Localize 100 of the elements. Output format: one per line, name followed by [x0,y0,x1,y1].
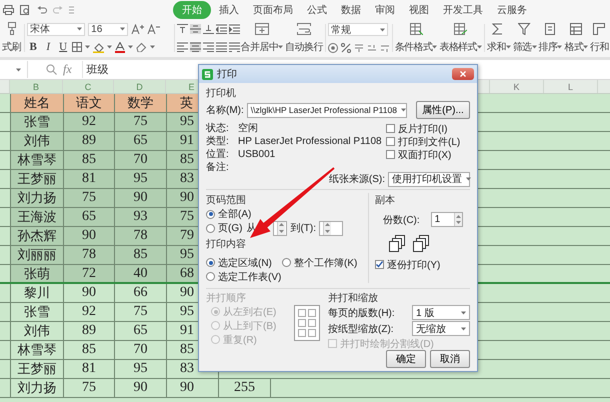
print-preview-icon[interactable] [20,5,31,15]
ribbon-tab[interactable]: 云服务 [491,2,533,18]
scale-select[interactable]: 无缩放 [412,321,470,336]
checkbox[interactable] [375,260,384,269]
shrink-font-icon[interactable] [147,24,160,34]
checkbox-label[interactable]: 逐份打印(Y) [387,258,440,272]
radio-button[interactable] [206,258,215,267]
more-icon[interactable] [69,6,74,14]
checkbox-label[interactable]: 双面打印(X) [398,148,452,162]
caret-icon[interactable] [380,28,385,32]
caret-icon[interactable] [278,44,284,48]
printer-select[interactable]: \\zlglk\HP LaserJet Professional P1108 [246,102,407,118]
paper-source-select[interactable]: 使用打印机设置 [388,172,470,186]
indent-decrease-icon[interactable] [216,24,227,34]
eraser-icon[interactable] [136,42,148,52]
spin-down-icon[interactable] [279,230,284,233]
caret-icon[interactable] [77,27,82,32]
spin-up-icon[interactable] [279,223,284,226]
wrap-text-button[interactable]: 自动换行 [285,40,323,54]
ribbon-tab[interactable]: 数据 [335,2,367,18]
caret-icon[interactable] [107,45,112,50]
caret-icon[interactable] [532,44,537,48]
from-page-field[interactable] [273,220,288,236]
spin-down-icon[interactable] [456,221,461,224]
increase-decimal-icon[interactable] [366,42,377,53]
spin-up-icon[interactable] [456,214,461,218]
caret-icon[interactable] [85,45,90,50]
caret-icon[interactable] [506,44,511,48]
align-center-icon[interactable] [190,42,201,52]
checkbox[interactable] [386,150,395,159]
close-button[interactable] [452,68,474,80]
ok-button[interactable]: 确定 [386,350,426,368]
ribbon-tab[interactable]: 视图 [403,2,435,18]
caret-icon[interactable] [461,310,466,314]
indent-increase-icon[interactable] [228,24,240,34]
checkbox[interactable] [386,137,395,146]
merge-cells-icon[interactable] [254,22,269,34]
align-bottom-icon[interactable] [202,24,214,34]
ribbon-command[interactable]: 求和 [486,40,511,54]
copies-value[interactable]: 1 [434,214,440,225]
align-left-icon[interactable] [176,42,188,52]
radio-button[interactable] [206,272,215,281]
underline-button[interactable]: U [57,41,70,54]
border-icon[interactable] [72,42,82,52]
bold-button[interactable]: B [27,41,40,54]
grow-font-icon[interactable] [131,24,144,34]
caret-icon[interactable] [120,27,126,32]
radio-label[interactable]: 页(G) [218,221,242,235]
caret-icon[interactable] [476,44,482,48]
ribbon-tab[interactable]: 插入 [213,2,245,18]
format-painter-icon[interactable] [6,22,18,36]
conditional-format-icon[interactable] [410,22,423,34]
thousands-icon[interactable] [354,42,364,53]
properties-button[interactable]: 属性(P)... [416,101,470,119]
ribbon-command[interactable]: 格式 [564,40,588,54]
radio-button[interactable] [206,210,215,218]
radio-label[interactable]: 全部(A) [218,207,252,221]
spin-down-icon[interactable] [325,230,330,233]
ribbon-command[interactable]: 排序 [538,40,562,54]
caret-icon[interactable] [466,177,471,181]
print-icon[interactable] [3,5,14,15]
cancel-button[interactable]: 取消 [430,350,470,368]
undo-icon[interactable] [37,6,47,14]
align-right-icon[interactable] [202,42,214,52]
checkbox[interactable] [386,124,395,133]
currency-icon[interactable] [328,42,338,53]
caret-icon[interactable] [16,68,21,72]
radio-label[interactable]: 选定区域(N) [218,256,272,270]
font-color-icon[interactable] [115,42,126,53]
caret-icon[interactable] [461,326,466,330]
column-header[interactable]: L [544,80,598,93]
ribbon-tab[interactable]: 页面布局 [247,2,299,18]
percent-icon[interactable] [340,42,351,53]
font-name-field[interactable]: 宋体 [27,22,86,36]
caret-icon[interactable] [128,45,134,50]
radio-label[interactable]: 选定工作表(V) [218,270,282,284]
wrap-text-icon[interactable] [297,22,312,34]
filter-icon[interactable] [518,22,532,34]
justify-icon[interactable] [216,42,227,52]
decrease-decimal-icon[interactable] [380,42,390,53]
ribbon-command[interactable]: 行和 [590,40,610,54]
fill-color-icon[interactable] [93,42,104,53]
to-page-field[interactable] [319,220,343,236]
sort-icon[interactable] [544,22,557,34]
italic-button[interactable]: I [42,41,54,54]
distribute-icon[interactable] [228,42,240,52]
ribbon-command[interactable]: 表格样式 [439,40,482,54]
checkbox-label[interactable]: 反片打印(I) [398,122,448,136]
caret-icon[interactable] [400,108,406,112]
ribbon-command[interactable]: 条件格式 [394,40,438,54]
caret-icon[interactable] [557,44,562,48]
radio-label[interactable]: 整个工作簿(K) [294,256,358,270]
caret-icon[interactable] [150,45,156,50]
caret-icon[interactable] [432,44,438,48]
rows-columns-icon[interactable] [593,22,606,34]
ribbon-tab[interactable]: 开发工具 [437,2,489,18]
column-header[interactable]: K [490,80,544,93]
copies-field[interactable]: 1 [430,212,463,227]
number-format-field[interactable]: 常规 [328,23,388,36]
checkbox-label[interactable]: 打印到文件(L) [398,134,460,148]
